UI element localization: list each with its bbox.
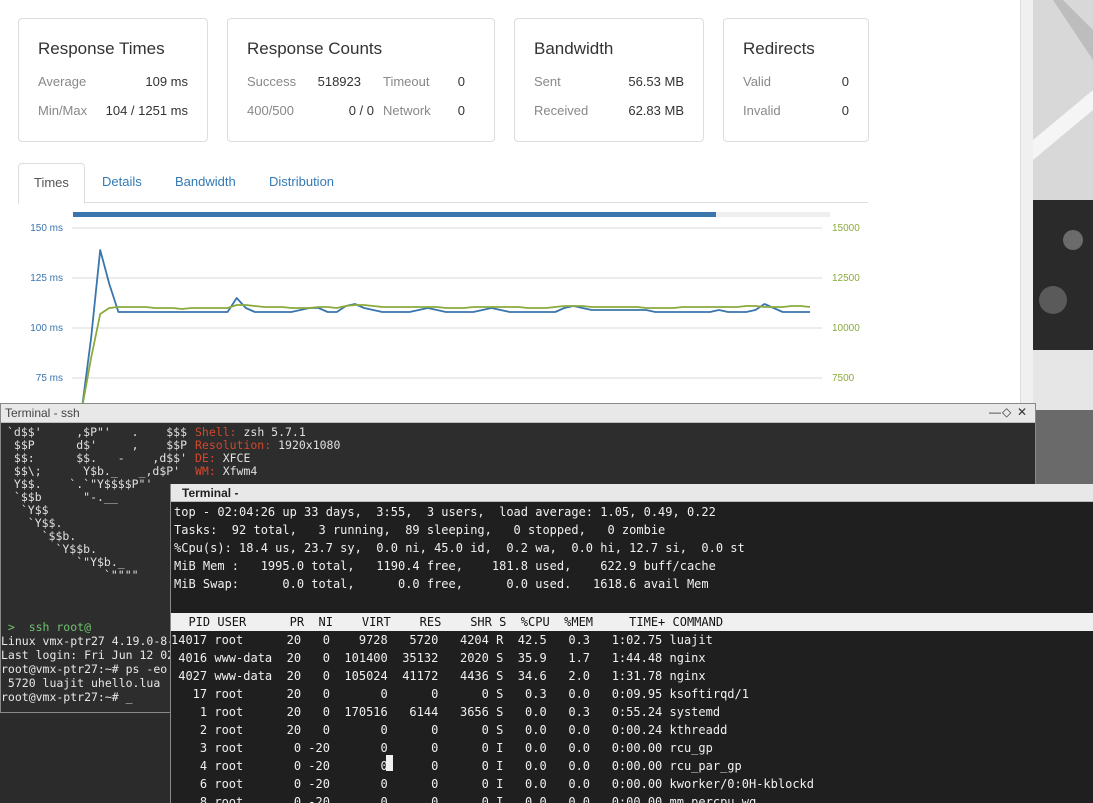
y-left-tick-label: 75 ms <box>36 373 63 384</box>
summary-line: %Cpu(s): 18.4 us, 23.7 sy, 0.0 ni, 45.0 … <box>174 541 745 555</box>
response-times-card: Response Times Average 109 ms Min/Max 10… <box>18 18 208 142</box>
maximize-icon[interactable]: ◇ <box>1002 405 1011 419</box>
summary-line: top - 02:04:26 up 33 days, 3:55, 3 users… <box>174 505 716 519</box>
tab-times[interactable]: Times <box>18 163 85 204</box>
neofetch-logo: `d$$' ,$P"' . $$$ $$P d$' , $$P $$: $$. … <box>7 426 187 582</box>
card-title: Redirects <box>743 39 815 58</box>
card-title: Response Counts <box>247 39 383 58</box>
process-row: 6 root 0 -20 0 0 0 I 0.0 0.0 0:00.00 kwo… <box>171 777 814 791</box>
stat-value: 104 / 1251 ms <box>105 103 188 118</box>
stat-value: 518923 <box>317 74 361 89</box>
window-titlebar[interactable]: Terminal - ssh — ◇ ✕ <box>1 404 1035 423</box>
summary-line: MiB Swap: 0.0 total, 0.0 free, 0.0 used.… <box>174 577 709 591</box>
y-right-tick-label: 12500 <box>832 273 860 284</box>
process-row: 2 root 20 0 0 0 0 S 0.0 0.0 0:00.24 kthr… <box>171 723 728 737</box>
stat-label: Sent <box>534 74 561 89</box>
window-title: Terminal - <box>182 486 239 500</box>
requests-line <box>81 304 811 405</box>
card-title: Response Times <box>38 39 165 58</box>
stat-value: 109 ms <box>145 74 188 89</box>
stat-value: 0 <box>841 74 849 89</box>
window-title: Terminal - ssh <box>5 406 80 420</box>
text-cursor <box>386 755 393 771</box>
y-left-tick-label: 125 ms <box>30 273 63 284</box>
process-row: 8 root 0 -20 0 0 0 I 0.0 0.0 0:00.00 mm_… <box>171 795 757 803</box>
process-row: 14017 root 20 0 9728 5720 4204 R 42.5 0.… <box>171 633 713 647</box>
dashboard-window: Response Times Average 109 ms Min/Max 10… <box>0 0 1033 405</box>
stat-label: Success <box>247 74 297 89</box>
neofetch-value: XFCE <box>215 451 251 465</box>
terminal-top-window[interactable]: Terminal - top - 02:04:26 up 33 days, 3:… <box>170 484 1093 803</box>
neofetch-key: Resolution: <box>195 438 272 452</box>
stat-label: Min/Max <box>38 103 88 118</box>
card-title: Bandwidth <box>534 39 614 58</box>
process-row: 4016 www-data 20 0 101400 35132 2020 S 3… <box>171 651 706 665</box>
process-row: 4027 www-data 20 0 105024 41172 4436 S 3… <box>171 669 706 683</box>
redirects-card: Redirects Valid 0 Invalid 0 <box>723 18 869 142</box>
process-table-header: PID USER PR NI VIRT RES SHR S %CPU %MEM … <box>171 613 1093 631</box>
neofetch-key: DE: <box>195 451 216 465</box>
stat-label: Valid <box>743 74 771 89</box>
terminal-top-body[interactable]: top - 02:04:26 up 33 days, 3:55, 3 users… <box>171 503 1093 803</box>
page-scrollbar[interactable] <box>1020 0 1033 405</box>
y-left-tick-label: 150 ms <box>30 223 63 234</box>
stat-value: 0 <box>457 74 465 89</box>
neofetch-value: zsh 5.7.1 <box>236 425 306 439</box>
close-icon[interactable]: ✕ <box>1017 405 1027 419</box>
stat-label: Average <box>38 74 87 89</box>
ascii-line: `"""" <box>7 568 139 582</box>
neofetch-value: Xfwm4 <box>215 464 258 478</box>
process-row: 4 root 0 -20 0 0 0 I 0.0 0.0 0:00.00 rcu… <box>171 759 742 773</box>
neofetch-info: Shell: zsh 5.7.1 Resolution: 1920x1080 DE:… <box>195 426 340 478</box>
stat-value: 0 / 0 <box>348 103 374 118</box>
neofetch-value: 1920x1080 <box>271 438 341 452</box>
minimize-icon[interactable]: — <box>989 405 1001 419</box>
summary-line: MiB Mem : 1995.0 total, 1190.4 free, 181… <box>174 559 716 573</box>
process-row: 1 root 20 0 170516 6144 3656 S 0.0 0.3 0… <box>171 705 721 719</box>
stat-label: Network <box>383 103 431 118</box>
process-row: 17 root 20 0 0 0 0 S 0.3 0.0 0:09.95 kso… <box>171 687 749 701</box>
stat-label: 400/500 <box>247 103 294 118</box>
y-right-tick-label: 10000 <box>832 323 860 334</box>
y-right-tick-label: 15000 <box>832 223 860 234</box>
stat-value: 0 <box>457 103 465 118</box>
neofetch-key: Shell: <box>195 425 237 439</box>
process-row: 3 root 0 -20 0 0 0 I 0.0 0.0 0:00.00 rcu… <box>171 741 713 755</box>
response-counts-card: Response Counts Success 518923 Timeout 0… <box>227 18 495 142</box>
tab-details[interactable]: Details <box>87 163 157 203</box>
chart-tabs: Times Details Bandwidth Distribution <box>18 163 868 204</box>
stat-value: 62.83 MB <box>628 103 684 118</box>
tab-bandwidth[interactable]: Bandwidth <box>160 163 251 203</box>
bandwidth-card: Bandwidth Sent 56.53 MB Received 62.83 M… <box>514 18 704 142</box>
stat-value: 56.53 MB <box>628 74 684 89</box>
header-row: PID USER PR NI VIRT RES SHR S %CPU %MEM … <box>174 615 724 629</box>
stat-label: Timeout <box>383 74 430 89</box>
stat-value: 0 <box>841 103 849 118</box>
stat-label: Received <box>534 103 589 118</box>
tab-distribution[interactable]: Distribution <box>254 163 349 203</box>
neofetch-key: WM: <box>195 464 216 478</box>
y-right-tick-label: 7500 <box>832 373 855 384</box>
neofetch-row: WM: Xfwm4 <box>195 465 340 478</box>
y-left-tick-label: 100 ms <box>30 323 63 334</box>
stat-label: Invalid <box>743 103 781 118</box>
response-time-chart: 150 ms 15000 125 ms 12500 100 ms 10000 75 ms 75… <box>30 223 860 405</box>
window-titlebar[interactable]: Terminal - <box>171 484 1093 502</box>
summary-line: Tasks: 92 total, 3 running, 89 sleeping,… <box>174 523 666 537</box>
